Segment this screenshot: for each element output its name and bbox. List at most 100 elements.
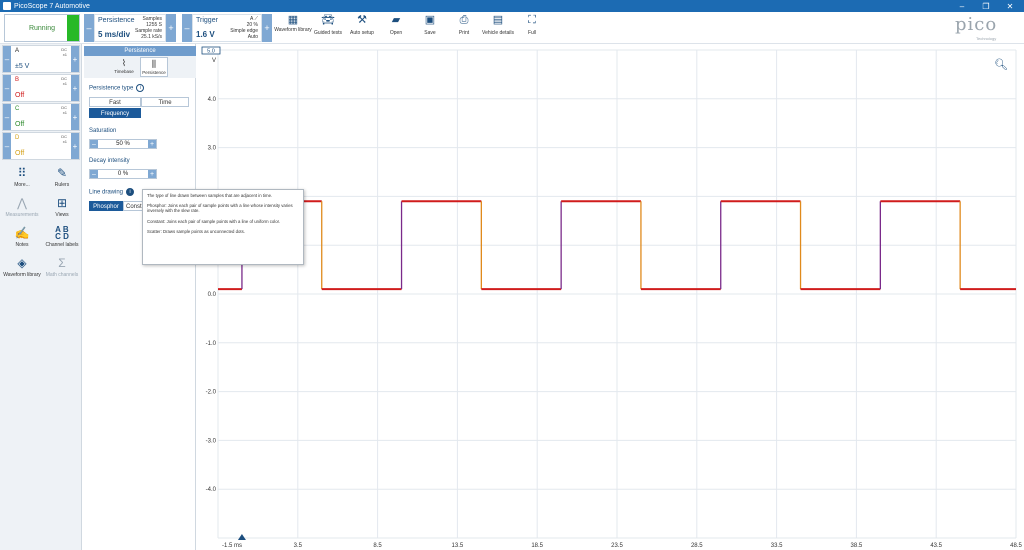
clipboard-icon: ▤ xyxy=(492,14,504,26)
persistence-fast-option[interactable]: Fast xyxy=(89,97,141,107)
measurements-icon: ⋀ xyxy=(17,196,27,210)
persistence-panel: Persistence ⌇ Timebase ⫼ Persistence Per… xyxy=(84,44,196,550)
panel-tabs: ⌇ Timebase ⫼ Persistence xyxy=(84,56,196,78)
channel-c-decrease[interactable]: – xyxy=(3,104,11,130)
line-drawing-info-icon[interactable]: i xyxy=(126,188,135,196)
saturation-label: Saturation xyxy=(89,128,117,134)
saturation-decrease[interactable]: – xyxy=(90,140,98,148)
channel-labels-button[interactable]: A BC D Channel labels xyxy=(42,226,82,260)
x-tick-label: 13.5 xyxy=(452,543,464,549)
x-tick-label: 43.5 xyxy=(930,543,942,549)
run-button[interactable]: Running xyxy=(4,14,80,42)
saturation-stepper[interactable]: – 50 % + xyxy=(89,139,157,149)
x-tick-label: -1.5 ms xyxy=(222,543,242,549)
views-icon: ⊞ xyxy=(56,196,68,210)
trigger-increase-button[interactable]: + xyxy=(262,14,272,42)
persistence-mode-label: Persistence xyxy=(98,17,135,24)
line-drawing-phosphor-option[interactable]: Phosphor xyxy=(89,201,123,211)
channel-c-range: Off xyxy=(15,121,25,128)
channel-b-card[interactable]: – B DC x1 Off + xyxy=(2,74,80,102)
minimize-button[interactable]: – xyxy=(950,0,974,12)
decay-increase[interactable]: + xyxy=(148,170,156,178)
channel-d-decrease[interactable]: – xyxy=(3,133,11,159)
line-drawing-constant-option[interactable]: Const xyxy=(123,201,143,211)
scope-plot[interactable]: 4.03.02.01.00.0-1.0-2.0-3.0-4.0V5.0-1.5 … xyxy=(198,44,1024,550)
x-tick-label: 3.5 xyxy=(294,543,303,549)
channel-b-increase[interactable]: + xyxy=(71,75,79,101)
channel-d-probe: x1 xyxy=(62,139,67,144)
timebase-decrease-button[interactable]: – xyxy=(84,14,94,42)
measurements-button[interactable]: ⋀ Measurements xyxy=(2,196,42,230)
info-icon[interactable]: i xyxy=(136,84,145,92)
tab-timebase[interactable]: ⌇ Timebase xyxy=(110,57,138,77)
x-tick-label: 18.5 xyxy=(531,543,543,549)
fullscreen-icon: ⛶ xyxy=(528,14,536,26)
notes-button[interactable]: ✍ Notes xyxy=(2,226,42,260)
zoom-icon[interactable]: 🔍︎ xyxy=(994,58,1008,71)
line-drawing-label: Line drawing i xyxy=(89,188,135,196)
maximize-button[interactable]: ❐ xyxy=(974,0,998,12)
app-icon xyxy=(3,2,11,10)
channel-a-range: ±5 V xyxy=(15,63,30,70)
persistence-frequency-option[interactable]: Frequency xyxy=(89,108,141,118)
trigger-group[interactable]: Trigger 1.6 V A ⟋ 20 % Simple edge Auto xyxy=(192,14,262,42)
tooltip-phosphor: Phosphor: Joins each pair of sample poin… xyxy=(147,203,293,214)
full-screen-button[interactable]: ⛶ Full xyxy=(512,14,552,42)
magic-wand-icon: ⚒ xyxy=(357,14,367,26)
pico-logo: pico xyxy=(955,14,998,35)
notes-icon: ✍ xyxy=(14,226,30,240)
waveform-library-icon: ▦ xyxy=(287,14,299,26)
x-tick-label: 23.5 xyxy=(611,543,623,549)
timebase-icon: ⌇ xyxy=(121,58,127,68)
sigma-icon: Σ xyxy=(58,256,66,270)
channel-a-card[interactable]: – A DC x1 ±5 V + xyxy=(2,45,80,73)
trigger-mode: Auto xyxy=(247,34,258,40)
x-tick-label: 28.5 xyxy=(691,543,703,549)
timebase-increase-button[interactable]: + xyxy=(166,14,176,42)
y-tick-label: -2.0 xyxy=(206,390,217,396)
channel-d-card[interactable]: – D DC x1 Off + xyxy=(2,132,80,160)
persistence-icon: ⫼ xyxy=(151,59,157,69)
window-title: PicoScope 7 Automotive xyxy=(14,2,90,10)
trigger-label: Trigger xyxy=(196,17,218,24)
run-label: Running xyxy=(28,24,56,32)
pico-logo-sub: Technology xyxy=(976,36,997,41)
channel-b-probe: x1 xyxy=(62,81,67,86)
main-toolbar: Running – Persistence 5 ms/div Samples 1… xyxy=(0,12,1024,44)
decay-intensity-stepper[interactable]: – 0 % + xyxy=(89,169,157,179)
channel-d-increase[interactable]: + xyxy=(71,133,79,159)
print-icon: ⎙ xyxy=(459,14,469,26)
channel-c-increase[interactable]: + xyxy=(71,104,79,130)
saturation-increase[interactable]: + xyxy=(148,140,156,148)
channel-a-probe: x1 xyxy=(62,52,67,57)
tab-persistence[interactable]: ⫼ Persistence xyxy=(140,57,168,77)
timebase-group[interactable]: Persistence 5 ms/div Samples 1255 S Samp… xyxy=(94,14,166,42)
close-button[interactable]: ✕ xyxy=(998,0,1022,12)
channel-b-range: Off xyxy=(15,92,25,99)
rulers-button[interactable]: ✎ Rulers xyxy=(42,166,82,200)
channel-a-name: A xyxy=(15,48,20,54)
waveform-library-button[interactable]: ▦ Waveform library xyxy=(273,14,313,42)
trigger-decrease-button[interactable]: – xyxy=(182,14,192,42)
y-tick-label: 3.0 xyxy=(208,146,217,152)
saturation-value: 50 % xyxy=(116,141,130,147)
channel-d-name: D xyxy=(15,135,20,141)
waveform-library-side-button[interactable]: ◈ Waveform library xyxy=(2,256,42,290)
math-channels-button[interactable]: Σ Math channels xyxy=(42,256,82,290)
trigger-marker xyxy=(237,534,246,540)
channel-a-decrease[interactable]: – xyxy=(3,46,11,72)
car-icon: 🚘︎ xyxy=(321,14,335,26)
channel-b-decrease[interactable]: – xyxy=(3,75,11,101)
more-tools-button[interactable]: ⠿ More... xyxy=(2,166,42,200)
tooltip-scatter: Scatter: Draws sample points as unconnec… xyxy=(147,228,245,234)
decay-decrease[interactable]: – xyxy=(90,170,98,178)
scope-chart-svg[interactable]: 4.03.02.01.00.0-1.0-2.0-3.0-4.0V5.0-1.5 … xyxy=(198,44,1024,550)
y-scale-label: 5.0 xyxy=(207,49,215,55)
channel-a-increase[interactable]: + xyxy=(71,46,79,72)
line-drawing-tooltip: The type of line drawn between samples t… xyxy=(142,189,304,265)
channel-c-probe: x1 xyxy=(62,110,67,115)
persistence-time-option[interactable]: Time xyxy=(141,97,189,107)
channel-c-card[interactable]: – C DC x1 Off + xyxy=(2,103,80,131)
grid-dots-icon: ⠿ xyxy=(17,166,27,180)
channel-labels-icon: A BC D xyxy=(55,225,69,241)
